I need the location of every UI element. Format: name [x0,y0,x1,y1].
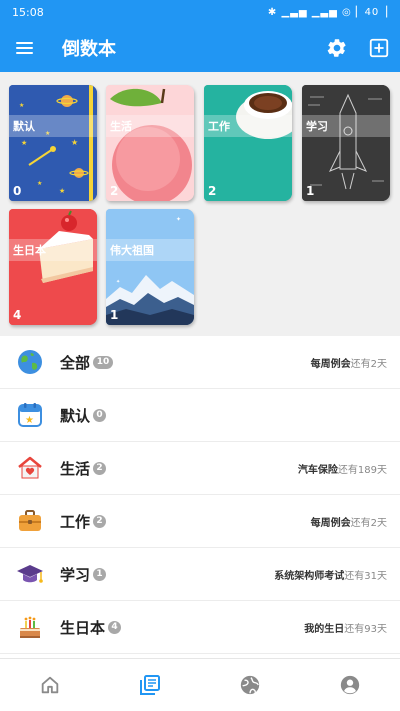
calendar-star-icon: ★ [18,403,42,427]
status-system-icons: ✱ ▁▃▅ ▁▃▅ ◎ ▏40▕ [267,6,388,18]
birthday-cake-icon [20,616,40,638]
event-name: 系统架构师考试 [274,570,345,582]
svg-text:✦: ✦ [116,279,120,285]
next-event: 每周例会还有2天 [311,355,387,370]
category-label: 生活 [60,459,91,478]
globe-icon [240,675,260,695]
count-badge: 10 [93,355,114,369]
category-row-life[interactable]: 生活 2 汽车保险还有189天 [0,442,400,495]
settings-button[interactable] [316,24,358,72]
add-box-icon [369,38,389,58]
book-name: 生活 [110,120,132,133]
category-row-default[interactable]: ★ 默认 0 [0,389,400,442]
category-row-birthday[interactable]: 生日本 4 我的生日还有93天 [0,601,400,654]
category-label: 工作 [60,512,91,531]
book-card-birthday[interactable]: 生日本 4 [9,209,97,325]
days-remaining: 还有2天 [350,517,387,529]
days-remaining: 还有2天 [350,358,387,370]
count-badge: 4 [108,620,122,634]
app-bar: 倒数本 [0,24,400,72]
svg-text:★: ★ [71,138,78,147]
category-label: 默认 [60,406,91,425]
menu-icon [15,42,33,44]
event-name: 汽车保险 [297,464,338,476]
svg-text:★: ★ [21,139,27,147]
svg-text:★: ★ [59,187,65,195]
nav-home[interactable] [0,659,100,711]
book-count: 1 [110,308,119,322]
book-card-study[interactable]: 学习 1 [302,85,390,201]
count-badge: 2 [93,461,107,475]
book-name: 工作 [208,120,230,133]
books-grid: ★ ★ ★ ★ ★ ★ 默认 0 生活 2 工作 2 学习 1 生日本 4 ✦ … [0,72,400,336]
next-event: 汽车保险还有189天 [298,461,387,476]
menu-icon [15,47,33,49]
count-badge: 2 [93,514,107,528]
days-remaining: 还有93天 [344,623,387,635]
category-row-all[interactable]: 全部 10 每周例会还有2天 [0,336,400,389]
book-name: 伟大祖国 [110,244,154,257]
book-name: 默认 [13,120,35,133]
book-count: 4 [13,308,22,322]
status-bar: 15:08 ✱ ▁▃▅ ▁▃▅ ◎ ▏40▕ [0,0,400,24]
graduation-cap-icon [17,565,43,583]
book-card-work[interactable]: 工作 2 [204,85,292,201]
account-icon [340,675,360,695]
menu-icon [15,52,33,54]
svg-text:✦: ✦ [176,216,181,223]
bottom-navigation [0,658,400,711]
book-count: 2 [208,184,217,198]
event-name: 我的生日 [304,623,345,635]
home-icon [41,676,59,694]
nav-discover[interactable] [200,659,300,711]
next-event: 每周例会还有2天 [311,514,387,529]
book-name: 生日本 [13,244,46,257]
book-count: 0 [13,184,22,198]
event-name: 每周例会 [310,358,351,370]
page-title: 倒数本 [62,39,116,60]
gear-icon [327,39,346,57]
globe-icon [18,350,42,374]
category-row-work[interactable]: 工作 2 每周例会还有2天 [0,495,400,548]
status-time: 15:08 [12,5,44,19]
days-remaining: 还有189天 [337,464,387,476]
category-label: 学习 [60,565,91,584]
count-badge: 0 [93,408,107,422]
nav-account[interactable] [300,659,400,711]
category-list: 全部 10 每周例会还有2天 ★ 默认 0 生活 2 汽车保险还有189天 工作… [0,336,400,658]
next-event: 我的生日还有93天 [304,620,387,635]
svg-text:★: ★ [37,180,42,187]
add-book-button[interactable] [358,24,400,72]
nav-books[interactable] [100,659,200,711]
book-list-icon [140,675,160,695]
briefcase-icon [19,510,41,531]
snow-mountains-art: ✦ ✦ [106,209,194,325]
svg-text:★: ★ [19,102,24,109]
starry-night-art: ★ ★ ★ ★ ★ ★ [9,85,97,201]
cake-slice-art [9,209,97,325]
event-name: 每周例会 [310,517,351,529]
book-card-default[interactable]: ★ ★ ★ ★ ★ ★ 默认 0 [9,85,97,201]
book-card-life[interactable]: 生活 2 [106,85,194,201]
category-label: 全部 [60,353,91,372]
book-card-motherland[interactable]: ✦ ✦ 伟大祖国 1 [106,209,194,325]
peach-art [106,85,194,201]
category-row-study[interactable]: 学习 1 系统架构师考试还有31天 [0,548,400,601]
category-label: 生日本 [60,618,106,637]
count-badge: 1 [93,567,107,581]
coffee-cup-art [204,85,292,201]
menu-button[interactable] [0,24,44,72]
book-name: 学习 [306,120,328,133]
book-count: 1 [306,184,315,198]
svg-text:★: ★ [25,415,34,426]
chalkboard-rocket-art [302,85,390,201]
next-event: 系统架构师考试还有31天 [274,567,387,582]
book-count: 2 [110,184,119,198]
days-remaining: 还有31天 [344,570,387,582]
house-heart-icon [18,456,42,479]
